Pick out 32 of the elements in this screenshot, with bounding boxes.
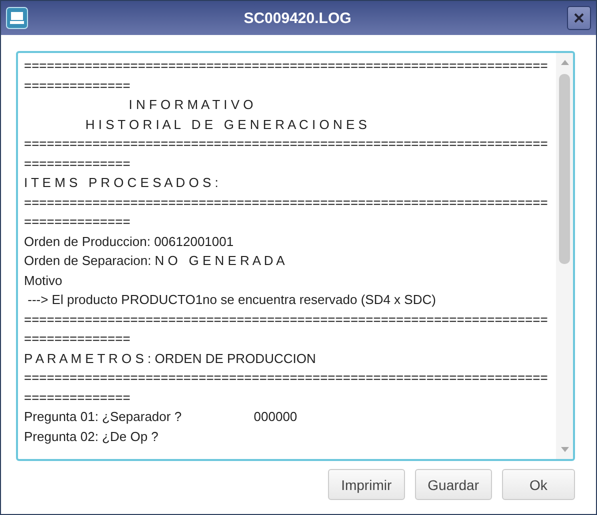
log-line: Orden de Separacion: N O G E N E R A D A — [24, 252, 286, 270]
log-line: ============== — [24, 388, 132, 406]
log-line: ============== — [24, 154, 132, 172]
log-line: ---> El producto PRODUCTO1no se encuentra reservado (SD4 x SDC) — [26, 291, 437, 309]
close-icon — [574, 13, 584, 23]
log-line: I N F O R M A T I V O — [128, 96, 254, 114]
log-line: ============== — [24, 330, 132, 348]
monitor-icon — [6, 7, 28, 29]
log-line: ===================================================================== — [24, 57, 549, 75]
log-line: Motivo — [24, 272, 64, 290]
close-button[interactable] — [567, 6, 591, 30]
log-line: ===================================================================== — [24, 194, 549, 212]
scroll-thumb[interactable] — [559, 74, 570, 264]
log-line: ============== — [24, 213, 132, 231]
log-line: I T E M S P R O C E S A D O S : — [24, 174, 220, 192]
scrollbar[interactable] — [556, 53, 573, 459]
log-line: ===================================================================== — [24, 369, 549, 387]
log-line: ===================================================================== — [24, 310, 549, 328]
log-line: Pregunta 01: ¿Separador ? 000000 — [24, 408, 298, 426]
dialog-button[interactable]: Ok — [502, 469, 575, 500]
log-line: ===================================================================== — [24, 135, 549, 153]
log-line: H I S T O R I A L D E G E N E R A C I O N E S — [84, 116, 368, 134]
log-text-area[interactable] — [16, 51, 575, 461]
log-line: P A R A M E T R O S : ORDEN DE PRODUCCION — [24, 350, 317, 368]
scroll-down-icon[interactable] — [560, 446, 570, 454]
scroll-up-icon[interactable] — [560, 58, 570, 66]
log-line: Pregunta 02: ¿De Op ? — [24, 428, 160, 446]
dialog-button[interactable]: Imprimir — [328, 469, 405, 500]
dialog-button[interactable]: Guardar — [414, 469, 492, 500]
log-line: ============== — [24, 76, 132, 94]
window-title: SC009420.LOG — [242, 10, 352, 26]
log-line: Orden de Produccion: 00612001001 — [24, 232, 235, 250]
